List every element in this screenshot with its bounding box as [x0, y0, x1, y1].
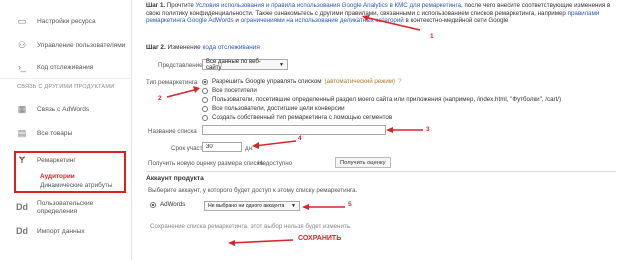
sidebar-item-label: Пользовательские определения — [37, 200, 94, 215]
sidebar-item-all-products[interactable]: ▤ Все товары — [0, 126, 132, 140]
sidebar-item-user-management[interactable]: ⚇ Управление пользователями — [0, 38, 132, 52]
sidebar-section-label: СВЯЗЬ С ДРУГИМИ ПРОДУКТАМИ — [17, 84, 115, 90]
annotation-3: 3 — [426, 126, 430, 133]
sidebar-item-tracking-code[interactable]: ›_ Код отслеживания — [0, 60, 132, 74]
sidebar-item-data-import[interactable]: Dd Импорт данных — [0, 224, 132, 238]
dd-icon: Dd — [16, 202, 28, 212]
sidebar-subitem-dynamic-attributes[interactable]: Динамические атрибуты — [40, 182, 112, 189]
sidebar-item-label: Связь с AdWords — [37, 105, 90, 113]
sidebar: ▭ Настройки ресурса ⚇ Управление пользов… — [0, 0, 132, 260]
sidebar-item-label: Управление пользователями — [37, 41, 126, 49]
adwords-icon: ▦ — [17, 103, 27, 114]
page-icon: ▭ — [17, 15, 27, 26]
sidebar-divider — [0, 78, 132, 79]
annotation-5: 5 — [348, 201, 352, 208]
annotation-arrows — [166, 15, 423, 246]
annotation-2: 2 — [158, 95, 162, 102]
dd-import-icon: Dd — [16, 226, 28, 236]
sidebar-item-label: Код отслеживания — [37, 63, 94, 71]
sidebar-item-label: Ремаркетинг — [37, 156, 76, 164]
sidebar-item-resource-settings[interactable]: ▭ Настройки ресурса — [0, 14, 132, 28]
annotation-4: 4 — [298, 135, 302, 142]
sidebar-item-label: Все товары — [37, 129, 73, 137]
grid-icon: ▤ — [17, 127, 27, 138]
remarketing-icon: Ɏ — [18, 155, 25, 165]
annotation-1: 1 — [430, 33, 434, 40]
annotation-save: СОХРАНИТЬ — [298, 235, 342, 242]
sidebar-item-adwords-link[interactable]: ▦ Связь с AdWords — [0, 102, 132, 116]
sidebar-item-label: Настройки ресурса — [37, 17, 96, 25]
sidebar-item-remarketing[interactable]: Ɏ Ремаркетинг — [0, 153, 132, 167]
sidebar-item-custom-definitions[interactable]: Dd Пользовательские определения — [0, 200, 132, 216]
sidebar-subitem-audiences[interactable]: Аудитории — [40, 173, 75, 180]
users-icon: ⚇ — [17, 39, 27, 50]
sidebar-item-label: Импорт данных — [37, 227, 85, 235]
main-content: Шаг 1. Прочтите Условия использования и … — [138, 0, 622, 260]
code-icon: ›_ — [17, 62, 26, 72]
